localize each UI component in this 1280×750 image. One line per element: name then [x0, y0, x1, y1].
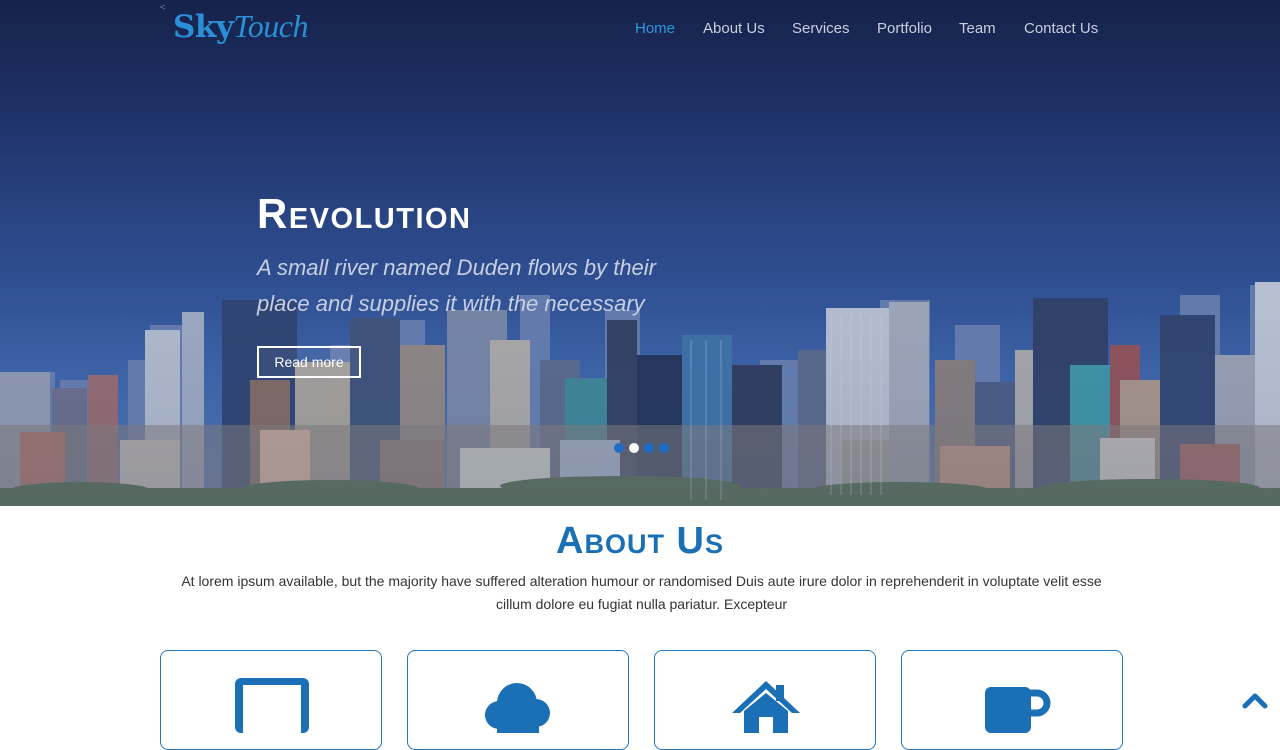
hero-subtitle-line1: A small river named Duden flows by their [257, 255, 657, 280]
tiny-chevron-icon: < [160, 2, 166, 12]
feature-card-coffee[interactable] [901, 650, 1123, 750]
carousel-dot-1[interactable] [614, 443, 624, 453]
feature-card-home[interactable] [654, 650, 876, 750]
laptop-icon [235, 678, 309, 733]
about-section-title: About Us [556, 520, 724, 562]
about-description: At lorem ipsum available, but the majori… [181, 573, 1102, 612]
feature-card-cloud[interactable] [407, 650, 629, 750]
hero-subtitle-line2: place and supplies it with the necessary [257, 291, 645, 316]
read-more-button[interactable]: Read more [257, 346, 361, 378]
chevron-up-icon[interactable] [1242, 690, 1268, 710]
hero-banner: < SkyTouch Home About Us Services Portfo… [0, 0, 1280, 506]
carousel-dot-2[interactable] [629, 443, 639, 453]
carousel-dot-4[interactable] [659, 443, 669, 453]
nav-item-about-us[interactable]: About Us [703, 20, 765, 37]
hero-subtitle: A small river named Duden flows by their… [257, 250, 697, 322]
nav-item-team[interactable]: Team [959, 20, 996, 37]
nav-item-portfolio[interactable]: Portfolio [877, 20, 932, 37]
home-icon [732, 681, 800, 733]
cloud-icon [485, 683, 550, 733]
carousel-dot-3[interactable] [644, 443, 654, 453]
nav-item-home[interactable]: Home [635, 20, 675, 37]
feature-card-laptop[interactable] [160, 650, 382, 750]
hero-title: Revolution [257, 190, 472, 237]
nav-item-contact-us[interactable]: Contact Us [1024, 20, 1098, 37]
main-navigation: Home About Us Services Portfolio Team Co… [0, 20, 1280, 40]
coffee-mug-icon [985, 687, 1051, 733]
nav-item-services[interactable]: Services [792, 20, 850, 37]
